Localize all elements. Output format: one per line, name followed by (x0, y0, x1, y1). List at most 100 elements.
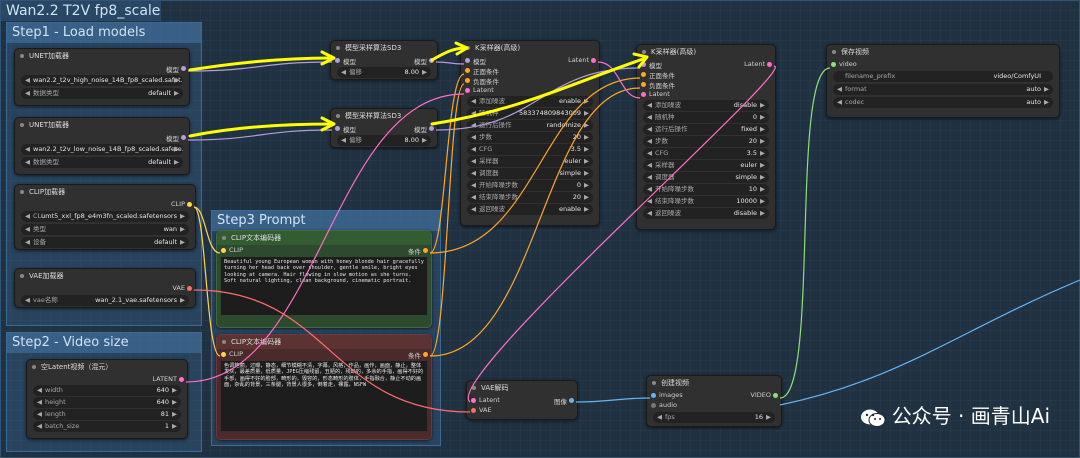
left-arrow-icon[interactable]: ◀ (37, 397, 42, 408)
output-port-model[interactable] (181, 135, 186, 140)
left-arrow-icon[interactable]: ◀ (647, 148, 652, 159)
ksampler-widget[interactable]: ◀ 添加噪波 disable ▶ (643, 100, 769, 111)
right-arrow-icon[interactable]: ▶ (172, 385, 177, 396)
node-title[interactable]: 模型采样算法SD3 (331, 41, 437, 55)
left-arrow-icon[interactable]: ◀ (837, 84, 842, 95)
collapse-dot-icon[interactable] (472, 386, 476, 390)
node-title[interactable]: CLIP文本编码器 (217, 231, 431, 245)
right-arrow-icon[interactable]: ▶ (760, 100, 765, 111)
right-arrow-icon[interactable]: ▶ (584, 204, 589, 215)
left-arrow-icon[interactable]: ◀ (341, 135, 346, 146)
right-arrow-icon[interactable]: ▶ (766, 412, 771, 423)
right-arrow-icon[interactable]: ▶ (760, 136, 765, 147)
left-arrow-icon[interactable]: ◀ (647, 124, 652, 135)
input-port-negative[interactable] (465, 78, 470, 83)
input-port-latent[interactable] (471, 398, 476, 403)
output-port-latent[interactable] (591, 58, 596, 63)
model-sampling-sd3-node-2[interactable]: 模型采样算法SD3 模型 模型 ◀ 偏移 8.00 ▶ (330, 108, 438, 148)
collapse-dot-icon[interactable] (466, 46, 470, 50)
right-arrow-icon[interactable]: ▶ (172, 421, 177, 432)
output-port-image[interactable] (569, 398, 574, 403)
right-arrow-icon[interactable]: ▶ (760, 208, 765, 219)
ksampler-widget[interactable]: ◀ 开始降噪步数 10 ▶ (643, 184, 769, 195)
left-arrow-icon[interactable]: ◀ (647, 184, 652, 195)
ksampler-advanced-node-2[interactable]: K采样器(高级) 模型 Latent 正面条件 负面条件 Latent ◀ 添加噪波… (636, 44, 776, 230)
collapse-dot-icon[interactable] (336, 114, 340, 118)
input-port-positive[interactable] (641, 72, 646, 77)
left-arrow-icon[interactable]: ◀ (341, 67, 346, 78)
right-arrow-icon[interactable]: ▶ (584, 168, 589, 179)
positive-prompt-textarea[interactable]: Beautiful young European woman with hone… (221, 257, 427, 315)
right-arrow-icon[interactable]: ▶ (180, 295, 185, 306)
right-arrow-icon[interactable]: ▶ (174, 157, 179, 168)
collapse-dot-icon[interactable] (652, 381, 656, 385)
left-arrow-icon[interactable]: ◀ (647, 160, 652, 171)
length-number[interactable]: ◀ length 81 ▶ (33, 409, 181, 420)
ksampler-widget[interactable]: ◀ 开始降噪步数 0 ▶ (467, 180, 593, 191)
fps-number[interactable]: ◀ fps 16 ▶ (653, 412, 775, 423)
right-arrow-icon[interactable]: ▶ (422, 135, 427, 146)
clip-text-encode-negative-node[interactable]: CLIP文本编码器 CLIP 条件 色调艳丽，过曝，静态，细节模糊不清，字幕，风格… (216, 334, 432, 440)
left-arrow-icon[interactable]: ◀ (25, 157, 30, 168)
right-arrow-icon[interactable]: ▶ (180, 237, 185, 248)
left-arrow-icon[interactable]: ◀ (471, 120, 476, 131)
output-port-clip[interactable] (187, 202, 192, 207)
node-title[interactable]: 空Latent视频（混元） (27, 360, 187, 374)
input-port-clip[interactable] (221, 352, 226, 357)
input-port-images[interactable] (651, 393, 656, 398)
collapse-dot-icon[interactable] (222, 340, 226, 344)
right-arrow-icon[interactable]: ▶ (584, 120, 589, 131)
right-arrow-icon[interactable]: ▶ (584, 156, 589, 167)
right-arrow-icon[interactable]: ▶ (174, 88, 179, 99)
create-video-node[interactable]: 创建视频 images VIDEO audio ◀ fps 16 ▶ (646, 375, 782, 427)
collapse-dot-icon[interactable] (642, 50, 646, 54)
node-title[interactable]: VAE解码 (467, 381, 577, 395)
right-arrow-icon[interactable]: ▶ (584, 180, 589, 191)
left-arrow-icon[interactable]: ◀ (647, 112, 652, 123)
input-port-positive[interactable] (465, 68, 470, 73)
right-arrow-icon[interactable]: ▶ (760, 184, 765, 195)
ksampler-widget[interactable]: ◀ 采样器 euler ▶ (467, 156, 593, 167)
ksampler-widget[interactable]: ◀ 运行后操作 fixed ▶ (643, 124, 769, 135)
right-arrow-icon[interactable]: ▶ (1044, 84, 1049, 95)
node-title[interactable]: CLIP加载器 (15, 185, 195, 199)
unet-loader-node-high[interactable]: UNET加载器 模型 ◀ wan2.2_t2v_high_noise_14B_fp… (14, 48, 190, 106)
ksampler-widget[interactable]: ◀ 返回噪波 disable ▶ (643, 208, 769, 219)
input-port-model[interactable] (465, 58, 470, 63)
ksampler-widget[interactable]: ◀ 随机种 0 ▶ (643, 112, 769, 123)
right-arrow-icon[interactable]: ▶ (760, 112, 765, 123)
output-port-vae[interactable] (187, 286, 192, 291)
right-arrow-icon[interactable]: ▶ (174, 144, 179, 155)
ksampler-advanced-node-1[interactable]: K采样器(高级) 模型 Latent 正面条件 负面条件 Latent ◀ 添加噪波… (460, 40, 600, 226)
shift-number[interactable]: ◀ 偏移 8.00 ▶ (337, 67, 431, 78)
input-port-video[interactable] (831, 62, 836, 67)
right-arrow-icon[interactable]: ▶ (180, 224, 185, 235)
empty-latent-node[interactable]: 空Latent视频（混元） LATENT ◀ width 640 ▶ ◀ height 6… (26, 359, 188, 439)
height-number[interactable]: ◀ height 640 ▶ (33, 397, 181, 408)
left-arrow-icon[interactable]: ◀ (25, 295, 30, 306)
output-port-latent[interactable] (767, 62, 772, 67)
left-arrow-icon[interactable]: ◀ (647, 100, 652, 111)
vae-loader-node[interactable]: VAE加载器 VAE ◀ vae名称 wan_2.1_vae.safetensors… (14, 268, 196, 308)
left-arrow-icon[interactable]: ◀ (471, 156, 476, 167)
right-arrow-icon[interactable]: ▶ (760, 124, 765, 135)
output-port-model[interactable] (181, 66, 186, 71)
codec-combo[interactable]: ◀ codec auto ▶ (833, 97, 1053, 108)
collapse-dot-icon[interactable] (20, 274, 24, 278)
shift-number[interactable]: ◀ 偏移 8.00 ▶ (337, 135, 431, 146)
left-arrow-icon[interactable]: ◀ (25, 224, 30, 235)
left-arrow-icon[interactable]: ◀ (657, 412, 662, 423)
right-arrow-icon[interactable]: ▶ (584, 144, 589, 155)
input-port-model[interactable] (335, 126, 340, 131)
output-port-model[interactable] (429, 126, 434, 131)
input-port-audio[interactable] (651, 403, 656, 408)
batch-size-number[interactable]: ◀ batch_size 1 ▶ (33, 421, 181, 432)
unet-name-combo[interactable]: ◀ wan2.2_t2v_high_noise_14B_fp8_scaled.sa… (21, 75, 183, 86)
right-arrow-icon[interactable]: ▶ (172, 397, 177, 408)
left-arrow-icon[interactable]: ◀ (471, 204, 476, 215)
left-arrow-icon[interactable]: ◀ (471, 108, 476, 119)
ksampler-widget[interactable]: ◀ 运行后操作 randomize ▶ (467, 120, 593, 131)
node-title[interactable]: CLIP文本编码器 (217, 335, 431, 349)
input-port-clip[interactable] (221, 248, 226, 253)
input-port-latent[interactable] (641, 92, 646, 97)
